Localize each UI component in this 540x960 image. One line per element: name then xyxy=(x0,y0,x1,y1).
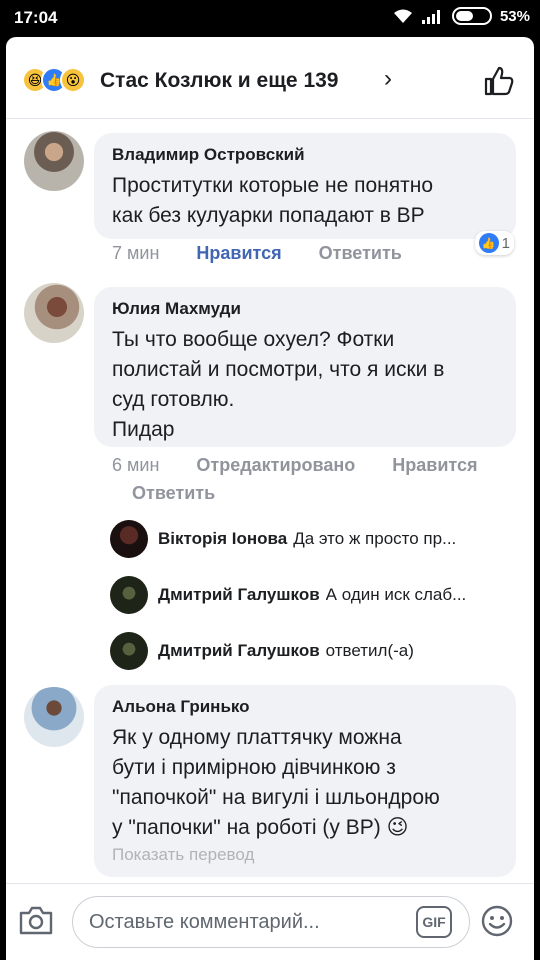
reply-text: А один иск слаб... xyxy=(325,585,467,604)
comment-input[interactable] xyxy=(72,896,470,948)
comment-bubble[interactable]: Альона Гринько Як у одному платтячку мож… xyxy=(94,685,516,877)
camera-icon[interactable] xyxy=(18,904,54,936)
like-post-button[interactable] xyxy=(480,63,516,99)
comment-author[interactable]: Юлия Махмуди xyxy=(112,299,502,319)
avatar[interactable] xyxy=(24,687,84,747)
avatar xyxy=(110,576,148,614)
comment-meta-second-line: Ответить xyxy=(132,483,247,504)
reply-author[interactable]: Дмитрий Галушков xyxy=(158,585,320,605)
reply-preview[interactable]: Дмитрий Галушков ответил(-а) xyxy=(110,631,520,671)
reaction-icons: 😆 👍 😮 xyxy=(22,67,86,93)
avatar xyxy=(110,632,148,670)
show-translation-link[interactable]: Показать перевод xyxy=(112,845,502,865)
chevron-right-icon[interactable]: › xyxy=(384,65,392,93)
comment-bubble[interactable]: Юлия Махмуди Ты что вообще охуел? Фотки … xyxy=(94,287,516,447)
reply-button[interactable]: Ответить xyxy=(319,243,402,263)
status-icons: 53% xyxy=(392,7,530,25)
comment-time: 7 мин xyxy=(112,243,160,263)
comment-composer: GIF xyxy=(6,883,534,960)
emoji-icon[interactable] xyxy=(480,904,514,938)
comment-author[interactable]: Альона Гринько xyxy=(112,697,502,717)
reply-text: Да это ж просто пр... xyxy=(293,529,457,548)
avatar[interactable] xyxy=(24,283,84,343)
reply-button[interactable]: Ответить xyxy=(132,483,215,503)
comment-like-count[interactable]: 👍 1 xyxy=(474,231,514,255)
comment-author[interactable]: Владимир Островский xyxy=(112,145,502,165)
like-button[interactable]: Нравится xyxy=(392,455,477,475)
comment-text: Як у одному платтячку можна бути і примі… xyxy=(112,726,440,839)
gif-button[interactable]: GIF xyxy=(416,906,452,938)
reply-text: ответил(-а) xyxy=(325,641,414,660)
wifi-icon xyxy=(393,9,412,23)
comment-meta: 6 мин Отредактировано Нравится xyxy=(112,455,510,476)
like-button[interactable]: Нравится xyxy=(196,243,281,263)
like-reaction-icon: 👍 xyxy=(478,233,499,253)
comment-time: 6 мин xyxy=(112,455,160,475)
comment-text: Ты что вообще охуел? Фотки полистай и по… xyxy=(112,328,445,441)
like-count-value: 1 xyxy=(501,234,510,252)
reply-author[interactable]: Дмитрий Галушков xyxy=(158,641,320,661)
status-bar: 17:04 53% xyxy=(0,0,540,36)
reactors-summary[interactable]: Стас Козлюк и еще 139 xyxy=(100,69,339,93)
avatar xyxy=(110,520,148,558)
battery-percent: 53% xyxy=(499,7,530,25)
wow-reaction-icon: 😮 xyxy=(60,67,86,93)
signal-icon xyxy=(421,10,440,24)
battery-icon xyxy=(451,7,492,25)
edited-label[interactable]: Отредактировано xyxy=(196,455,355,475)
comment-text: Проститутки которые не понятно как без к… xyxy=(112,174,434,227)
reply-preview[interactable]: Дмитрий Галушков А один иск слаб... xyxy=(110,575,520,615)
reactions-header[interactable]: 😆 👍 😮 Стас Козлюк и еще 139 › xyxy=(6,37,534,119)
status-time: 17:04 xyxy=(14,8,58,27)
avatar[interactable] xyxy=(24,131,84,191)
reply-author[interactable]: Вікторія Іонова xyxy=(158,529,287,549)
reply-preview[interactable]: Вікторія Іонова Да это ж просто пр... xyxy=(110,519,520,559)
comment-bubble[interactable]: Владимир Островский Проститутки которые … xyxy=(94,133,516,239)
comments-sheet: 😆 👍 😮 Стас Козлюк и еще 139 › Владимир О… xyxy=(6,37,534,960)
comment-meta: 7 мин Нравится Ответить xyxy=(112,243,434,264)
